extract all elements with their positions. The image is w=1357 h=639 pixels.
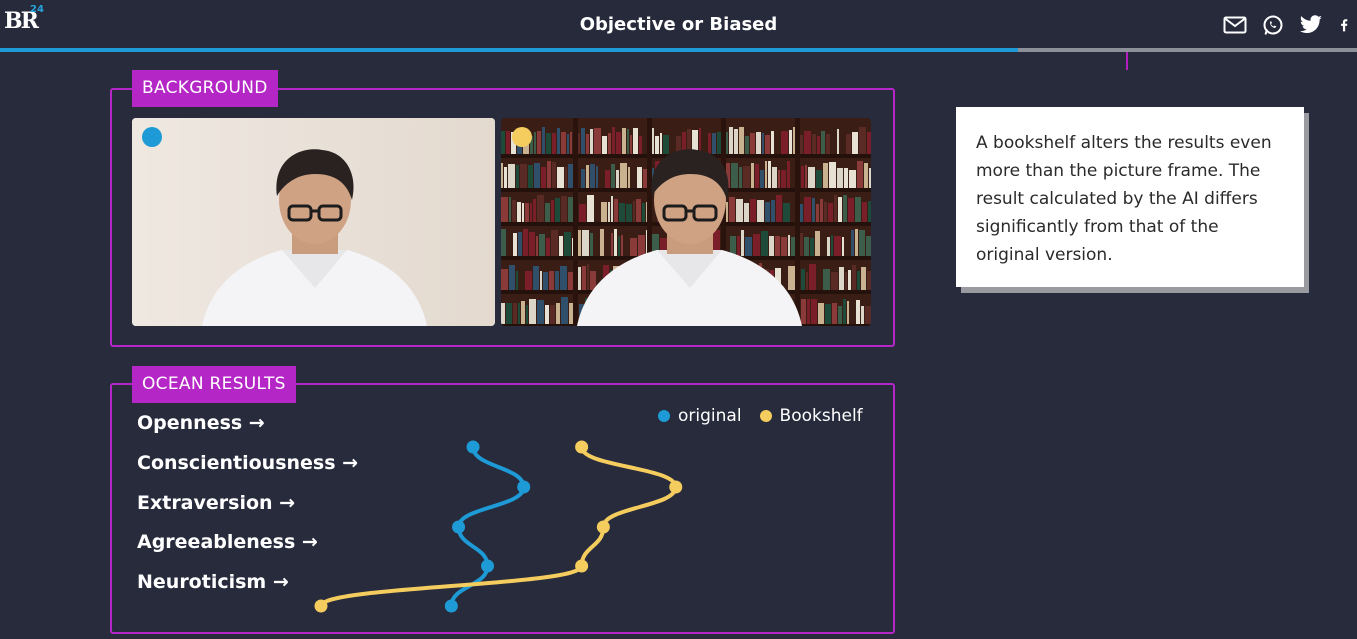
mail-icon[interactable]	[1223, 14, 1247, 36]
story-progress-fill	[0, 48, 1018, 52]
trait-label-conscientiousness: Conscientiousness →	[137, 452, 359, 474]
photo-bookshelf	[501, 118, 871, 326]
legend-swatch-bookshelf	[759, 410, 772, 422]
background-label: BACKGROUND	[132, 70, 278, 107]
photo-original	[132, 118, 495, 326]
facebook-icon[interactable]	[1337, 14, 1351, 36]
legend-label-original: original	[678, 406, 742, 426]
info-card: A bookshelf alters the results even more…	[956, 107, 1304, 287]
progress-marker	[1126, 52, 1128, 70]
trait-label-openness: Openness →	[137, 412, 265, 434]
page-title: Objective or Biased	[579, 14, 778, 35]
legend-item-bookshelf: Bookshelf	[759, 406, 863, 426]
legend-item-original: original	[658, 406, 742, 426]
legend-swatch-original	[658, 410, 670, 422]
trait-label-extraversion: Extraversion →	[137, 492, 296, 514]
chart-legend: original Bookshelf	[658, 406, 873, 426]
ocean-results-label: OCEAN RESULTS	[132, 366, 296, 403]
twitter-icon[interactable]	[1299, 14, 1323, 36]
whatsapp-icon[interactable]	[1261, 14, 1285, 36]
info-card-text: A bookshelf alters the results even more…	[976, 133, 1272, 265]
story-progress-bar	[0, 48, 1357, 52]
top-bar: BR 24 Objective or Biased	[0, 0, 1357, 48]
share-bar	[1223, 14, 1351, 36]
legend-label-bookshelf: Bookshelf	[779, 406, 863, 426]
trait-label-agreeableness: Agreeableness →	[137, 531, 318, 553]
trait-label-neuroticism: Neuroticism →	[137, 571, 289, 593]
